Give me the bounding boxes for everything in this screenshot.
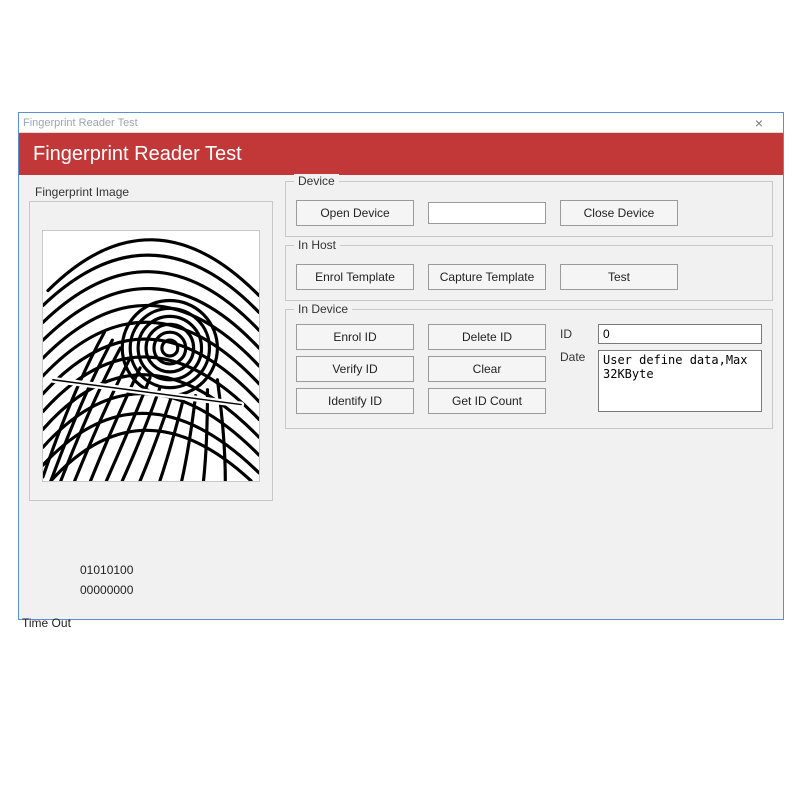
- get-id-count-button[interactable]: Get ID Count: [428, 388, 546, 414]
- device-status-input[interactable]: [428, 202, 546, 224]
- status-timeout: Time Out: [22, 616, 784, 630]
- close-device-button[interactable]: Close Device: [560, 200, 678, 226]
- open-device-button[interactable]: Open Device: [296, 200, 414, 226]
- banner-title: Fingerprint Reader Test: [33, 143, 242, 166]
- verify-id-button[interactable]: Verify ID: [296, 356, 414, 382]
- status-line-1: 01010100: [80, 560, 784, 580]
- enrol-id-button[interactable]: Enrol ID: [296, 324, 414, 350]
- in-device-group-label: In Device: [294, 302, 352, 316]
- fingerprint-image-panel: [29, 201, 273, 501]
- in-host-group-label: In Host: [294, 238, 340, 252]
- close-button[interactable]: ×: [743, 113, 775, 133]
- status-line-2: 00000000: [80, 580, 784, 600]
- device-group-label: Device: [294, 174, 339, 188]
- enrol-template-button[interactable]: Enrol Template: [296, 264, 414, 290]
- in-host-group: In Host Enrol Template Capture Template …: [285, 245, 773, 301]
- titlebar: Fingerprint Reader Test ×: [19, 113, 783, 133]
- banner: Fingerprint Reader Test: [19, 133, 783, 175]
- date-label: Date: [560, 350, 590, 364]
- id-label: ID: [560, 327, 590, 341]
- fingerprint-image-label: Fingerprint Image: [35, 185, 273, 199]
- content-area: Fingerprint Image: [19, 175, 783, 501]
- date-textarea[interactable]: [598, 350, 762, 412]
- right-column: Device Open Device Close Device In Host …: [285, 181, 773, 501]
- titlebar-text: Fingerprint Reader Test: [23, 117, 138, 129]
- status-block: 01010100 00000000 Time Out: [18, 560, 784, 630]
- capture-template-button[interactable]: Capture Template: [428, 264, 546, 290]
- device-group: Device Open Device Close Device: [285, 181, 773, 237]
- app-window: Fingerprint Reader Test × Fingerprint Re…: [18, 112, 784, 620]
- delete-id-button[interactable]: Delete ID: [428, 324, 546, 350]
- left-column: Fingerprint Image: [29, 181, 273, 501]
- id-input[interactable]: [598, 324, 762, 344]
- identify-id-button[interactable]: Identify ID: [296, 388, 414, 414]
- in-device-group: In Device Enrol ID Verify ID Identify ID…: [285, 309, 773, 429]
- test-button[interactable]: Test: [560, 264, 678, 290]
- fingerprint-image: [42, 230, 260, 482]
- clear-button[interactable]: Clear: [428, 356, 546, 382]
